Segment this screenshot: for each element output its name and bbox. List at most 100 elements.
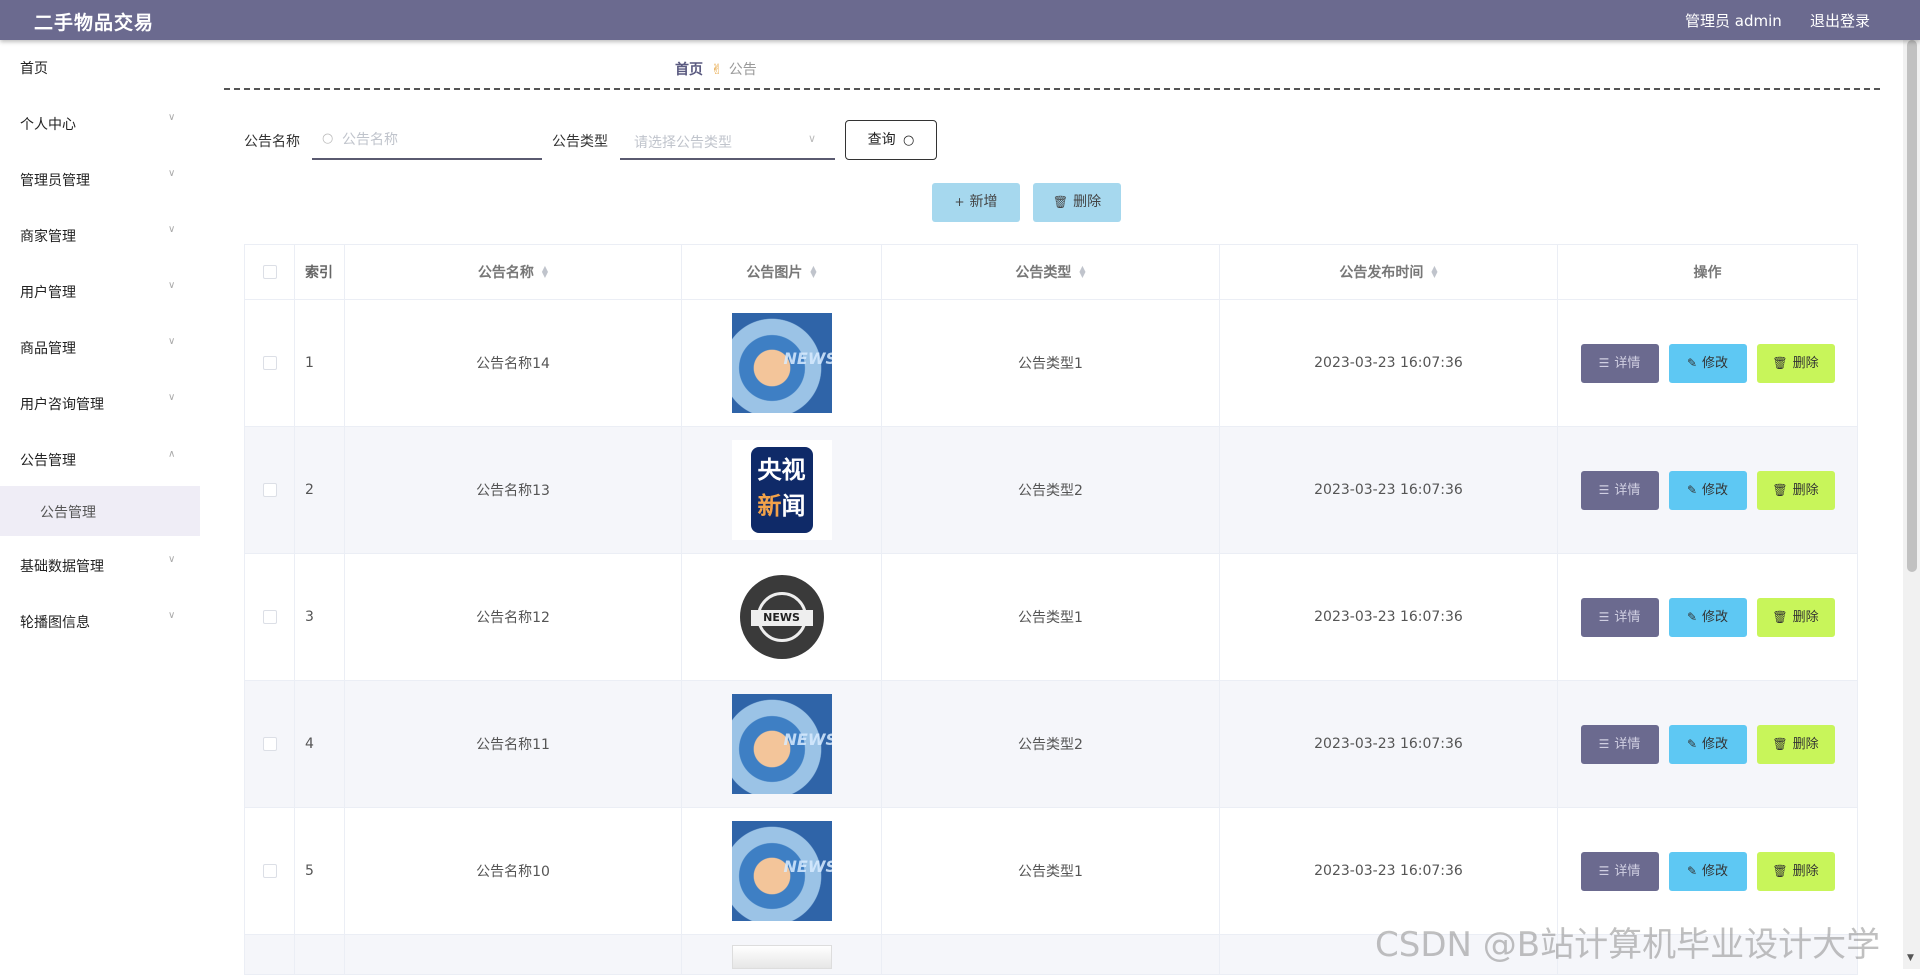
sidebar-subitem-notice[interactable]: 公告管理 [0,486,200,536]
sort-icon[interactable]: ▲ ▼ [542,265,548,279]
table-row: 2 公告名称13 央视 新闻 公告类型2 2023-03-23 16:07:36 … [245,427,1857,554]
notice-name-input[interactable] [342,128,532,152]
row-check-cell [245,935,295,974]
row-type: 公告类型1 [882,554,1220,680]
row-checkbox[interactable] [262,483,277,497]
chevron-down-icon: ∨ [168,610,176,621]
cctv-logo-top: 央视 [757,456,806,484]
sidebar-item-carousel[interactable]: 轮播图信息 ∨ [0,592,200,648]
sidebar-item-users[interactable]: 用户管理 ∨ [0,262,200,318]
add-button[interactable]: + 新增 [932,183,1020,222]
select-all-checkbox[interactable] [262,265,277,279]
delete-button[interactable]: 🗑︎ 删除 [1756,597,1835,637]
delete-button[interactable]: 🗑︎ 删除 [1756,724,1835,764]
row-index: 5 [295,808,345,934]
scrollbar-thumb[interactable] [1907,40,1917,572]
col-type[interactable]: 公告类型 ▲ ▼ [882,245,1220,299]
col-time[interactable]: 公告发布时间 ▲ ▼ [1220,245,1558,299]
sort-icon[interactable]: ▲ ▼ [1079,265,1085,279]
delete-label: 删除 [1792,482,1819,498]
row-image-cell: NEWS [682,554,882,680]
sidebar-item-basedata[interactable]: 基础数据管理 ∨ [0,536,200,592]
sidebar-item-label: 用户管理 [20,285,76,301]
delete-label: 删除 [1792,609,1819,625]
row-checkbox[interactable] [262,610,277,624]
row-image-cell [682,935,882,974]
logout-link[interactable]: 退出登录 [1810,10,1870,31]
row-actions: ☰ 详情 ✎ 修改 🗑︎ 删除 [1558,300,1857,426]
row-checkbox[interactable] [262,864,277,878]
delete-button[interactable]: 🗑︎ 删除 [1756,851,1835,891]
col-image[interactable]: 公告图片 ▲ ▼ [682,245,882,299]
pencil-icon: ✎ [1686,736,1698,751]
row-index: 4 [295,681,345,807]
pencil-icon: ✎ [1686,482,1698,497]
sort-icon[interactable]: ▲ ▼ [1431,265,1437,279]
edit-button[interactable]: ✎ 修改 [1668,851,1747,891]
detail-label: 详情 [1614,609,1641,625]
detail-button[interactable]: ☰ 详情 [1580,343,1659,383]
row-time: 2023-03-23 16:07:36 [1220,554,1558,680]
row-actions: ☰ 详情 ✎ 修改 🗑︎ 删除 [1558,808,1857,934]
chevron-down-icon: ∨ [168,224,176,235]
hand-icon: ✌ [711,62,723,78]
row-image-cell: NEWS [682,681,882,807]
chevron-down-icon: ∨ [168,336,176,347]
pencil-icon: ✎ [1686,355,1698,370]
batch-delete-button[interactable]: 🗑︎ 删除 [1033,183,1121,222]
row-check-cell [245,300,295,426]
news-globe-thumbnail[interactable]: NEWS [739,575,824,659]
sidebar-item-admin[interactable]: 管理员管理 ∨ [0,150,200,206]
row-name: 公告名称14 [345,300,682,426]
news-thumbnail[interactable]: NEWS [731,694,832,794]
news-thumbnail[interactable]: NEWS [731,313,832,413]
cctv-news-thumbnail[interactable]: 央视 新闻 [731,440,832,540]
document-icon: ☰ [1598,863,1610,878]
col-name[interactable]: 公告名称 ▲ ▼ [345,245,682,299]
breadcrumb: 首页 ✌ 公告 [675,59,757,79]
news-thumbnail[interactable] [731,945,832,969]
notice-type-select[interactable]: 请选择公告类型 ∨ [620,120,835,160]
row-type: 公告类型2 [882,681,1220,807]
detail-button[interactable]: ☰ 详情 [1580,724,1659,764]
detail-button[interactable]: ☰ 详情 [1580,851,1659,891]
detail-label: 详情 [1614,736,1641,752]
col-time-label: 公告发布时间 [1339,265,1424,281]
chevron-down-icon: ∨ [168,554,176,565]
detail-button[interactable]: ☰ 详情 [1580,470,1659,510]
watermark: CSDN @B站计算机毕业设计大学 [1375,925,1881,965]
cctv-logo-bottom-1: 新 [757,492,782,520]
chevron-down-icon: ∨ [808,132,817,145]
edit-button[interactable]: ✎ 修改 [1668,470,1747,510]
sidebar-item-merchant[interactable]: 商家管理 ∨ [0,206,200,262]
breadcrumb-home[interactable]: 首页 [675,62,703,78]
row-type: 公告类型2 [882,427,1220,553]
sidebar-item-profile[interactable]: 个人中心 ∨ [0,94,200,150]
edit-button[interactable]: ✎ 修改 [1668,597,1747,637]
news-thumbnail[interactable]: NEWS [731,821,832,921]
scroll-down-arrow-icon[interactable]: ▼ [1907,953,1914,963]
thumbnail-text: NEWS [783,857,832,876]
search-icon: ○ [322,131,334,146]
sidebar-item-consult[interactable]: 用户咨询管理 ∨ [0,374,200,430]
delete-button[interactable]: 🗑︎ 删除 [1756,470,1835,510]
sidebar-item-home[interactable]: 首页 [0,40,200,94]
document-icon: ☰ [1598,736,1610,751]
delete-button[interactable]: 🗑︎ 删除 [1756,343,1835,383]
edit-button[interactable]: ✎ 修改 [1668,724,1747,764]
notice-type-placeholder: 请选择公告类型 [634,135,732,151]
query-button[interactable]: 查询 ○ [845,120,937,160]
sidebar-item-notice[interactable]: 公告管理 ∨ [0,430,200,486]
sort-icon[interactable]: ▲ ▼ [810,265,816,279]
page-scrollbar[interactable]: ▼ [1903,0,1920,969]
globe-text: NEWS [750,610,813,626]
detail-button[interactable]: ☰ 详情 [1580,597,1659,637]
chevron-down-icon: ∨ [168,168,176,179]
row-checkbox[interactable] [262,737,277,751]
row-check-cell [245,681,295,807]
row-checkbox[interactable] [262,356,277,370]
query-button-label: 查询 [867,132,896,148]
edit-button[interactable]: ✎ 修改 [1668,343,1747,383]
notice-name-field[interactable]: ○ [312,120,542,160]
sidebar-item-goods[interactable]: 商品管理 ∨ [0,318,200,374]
